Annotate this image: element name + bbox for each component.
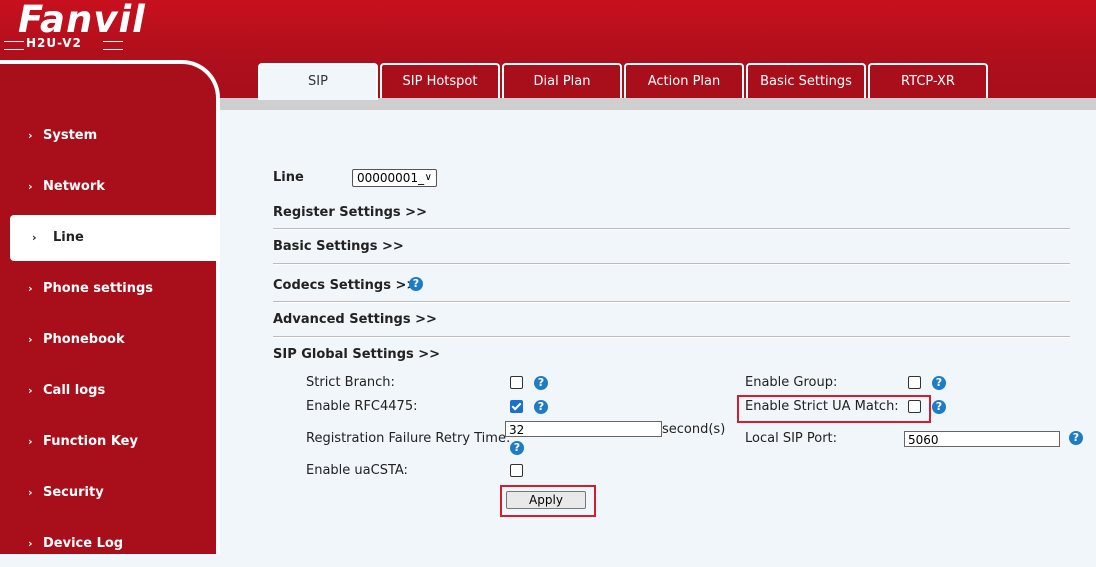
sidebar-item-label: Security (43, 485, 104, 500)
sidebar-item-line[interactable]: › Line (10, 215, 216, 261)
tab-rtcp-xr[interactable]: RTCP-XR (868, 63, 988, 98)
sidebar-item-network[interactable]: › Network (0, 164, 216, 210)
reg-fail-retry-input[interactable]: 32 (505, 421, 662, 437)
brand-logo: Fanvil (18, 0, 146, 41)
help-icon[interactable]: ? (534, 400, 548, 414)
model-deco-right (103, 41, 123, 50)
model-deco-left (4, 41, 24, 50)
chevron-right-icon: › (28, 180, 33, 193)
chevron-right-icon: › (28, 486, 33, 499)
help-icon[interactable]: ? (932, 400, 946, 414)
sidebar-item-label: Phonebook (43, 332, 125, 347)
local-sip-port-input[interactable]: 5060 (904, 431, 1060, 447)
enable-rfc4475-label: Enable RFC4475: (306, 399, 418, 414)
sidebar-item-system[interactable]: › System (0, 113, 216, 159)
enable-strict-ua-checkbox[interactable] (908, 400, 921, 413)
register-settings-link[interactable]: Register Settings >> (273, 205, 427, 220)
enable-rfc4475-checkbox[interactable] (510, 400, 523, 413)
strict-branch-label: Strict Branch: (306, 375, 395, 390)
sidebar-item-label: Function Key (43, 434, 138, 449)
chevron-right-icon: › (32, 231, 37, 244)
enable-uacsta-checkbox[interactable] (510, 464, 523, 477)
divider (273, 263, 1070, 265)
sidebar-item-label: Call logs (43, 383, 106, 398)
enable-group-label: Enable Group: (745, 375, 838, 390)
help-icon[interactable]: ? (510, 441, 524, 455)
sidebar-item-label: Network (43, 179, 105, 194)
help-icon[interactable]: ? (932, 376, 946, 390)
reg-fail-retry-unit: second(s) (662, 422, 726, 437)
sidebar-item-phonebook[interactable]: › Phonebook (0, 317, 216, 363)
chevron-down-icon: ∨ (424, 172, 432, 183)
tab-action-plan[interactable]: Action Plan (624, 63, 744, 98)
strict-branch-checkbox[interactable] (510, 376, 523, 389)
tab-basic-settings[interactable]: Basic Settings (746, 63, 866, 98)
sidebar-item-label: Line (53, 230, 84, 245)
enable-group-checkbox[interactable] (908, 376, 921, 389)
divider (273, 301, 1070, 303)
sidebar-item-label: Phone settings (43, 281, 154, 296)
chevron-right-icon: › (28, 384, 33, 397)
sidebar-item-function-key[interactable]: › Function Key (0, 419, 216, 465)
model-label: H2U-V2 (26, 36, 82, 50)
sidebar-item-label: System (43, 128, 98, 143)
sip-global-settings-link[interactable]: SIP Global Settings >> (273, 347, 440, 362)
tab-dial-plan[interactable]: Dial Plan (502, 63, 622, 98)
chevron-right-icon: › (28, 282, 33, 295)
sidebar-item-label: Device Log (43, 536, 124, 551)
advanced-settings-link[interactable]: Advanced Settings >> (273, 312, 437, 327)
sidebar-item-device-log[interactable]: › Device Log (0, 521, 216, 567)
chevron-right-icon: › (28, 435, 33, 448)
chevron-right-icon: › (28, 129, 33, 142)
sidebar-item-phone-settings[interactable]: › Phone settings (0, 266, 216, 312)
divider (273, 336, 1070, 338)
line-select[interactable]: 00000001_ ∨ (352, 169, 437, 187)
sidebar-item-call-logs[interactable]: › Call logs (0, 368, 216, 414)
apply-button[interactable]: Apply (506, 491, 586, 509)
line-label: Line (273, 170, 304, 185)
reg-fail-retry-label: Registration Failure Retry Time: (306, 431, 511, 446)
chevron-right-icon: › (28, 333, 33, 346)
tab-sip[interactable]: SIP (258, 63, 378, 100)
help-icon[interactable]: ? (409, 277, 423, 291)
enable-uacsta-label: Enable uaCSTA: (306, 463, 408, 478)
help-icon[interactable]: ? (534, 376, 548, 390)
tab-sip-hotspot[interactable]: SIP Hotspot (380, 63, 500, 98)
sidebar-item-security[interactable]: › Security (0, 470, 216, 516)
codecs-settings-link[interactable]: Codecs Settings >> (273, 278, 417, 293)
sidebar: › System › Network › Line › Phone settin… (0, 60, 220, 554)
enable-strict-ua-label: Enable Strict UA Match: (745, 399, 899, 414)
line-select-value: 00000001_ (357, 171, 425, 185)
chevron-right-icon: › (28, 537, 33, 550)
divider (273, 228, 1070, 230)
local-sip-port-label: Local SIP Port: (745, 431, 838, 446)
basic-settings-link[interactable]: Basic Settings >> (273, 239, 404, 254)
help-icon[interactable]: ? (1069, 431, 1083, 445)
